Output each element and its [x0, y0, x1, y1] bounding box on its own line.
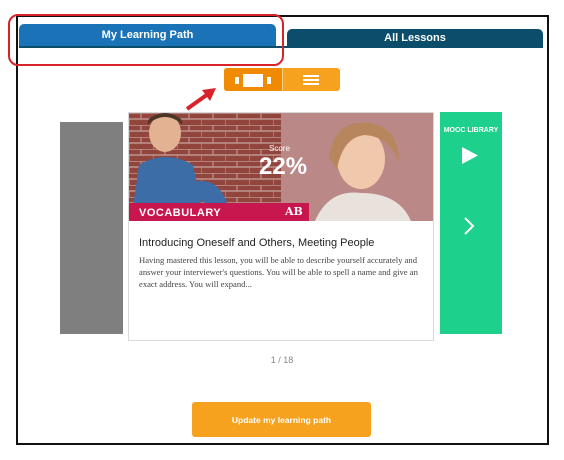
carousel-view-icon: [234, 73, 271, 87]
previous-lesson-card[interactable]: [60, 122, 123, 334]
chevron-right-icon[interactable]: [463, 216, 475, 236]
lesson-image: Score 22% VOCABULARY AB: [129, 113, 433, 221]
list-view-icon: [303, 74, 320, 85]
annotation-highlight-box: [8, 14, 284, 66]
view-toggle: [224, 68, 340, 91]
list-view-button[interactable]: [283, 68, 341, 91]
carousel-view-button[interactable]: [224, 68, 282, 91]
score-value: 22%: [259, 153, 308, 180]
mooc-library-card[interactable]: MOOC LIBRARY: [440, 112, 502, 334]
category-label: VOCABULARY: [139, 207, 222, 219]
lesson-title: Introducing Oneself and Others, Meeting …: [139, 237, 375, 249]
play-icon: [462, 147, 478, 164]
category-badge: VOCABULARY: [129, 203, 309, 221]
lesson-card[interactable]: Score 22% VOCABULARY AB Introducing Ones…: [128, 112, 434, 341]
tab-all-lessons[interactable]: All Lessons: [287, 29, 543, 46]
toggle-divider: [281, 68, 283, 91]
mooc-library-label: MOOC LIBRARY: [443, 127, 499, 134]
brand-logo: AB: [285, 205, 303, 218]
pagination-indicator: 1 / 18: [270, 355, 294, 365]
lesson-description: Having mastered this lesson, you will be…: [139, 255, 418, 289]
annotation-arrow-icon: [185, 88, 216, 111]
score-label: Score: [269, 144, 290, 153]
update-learning-path-button[interactable]: Update my learning path: [192, 402, 371, 437]
